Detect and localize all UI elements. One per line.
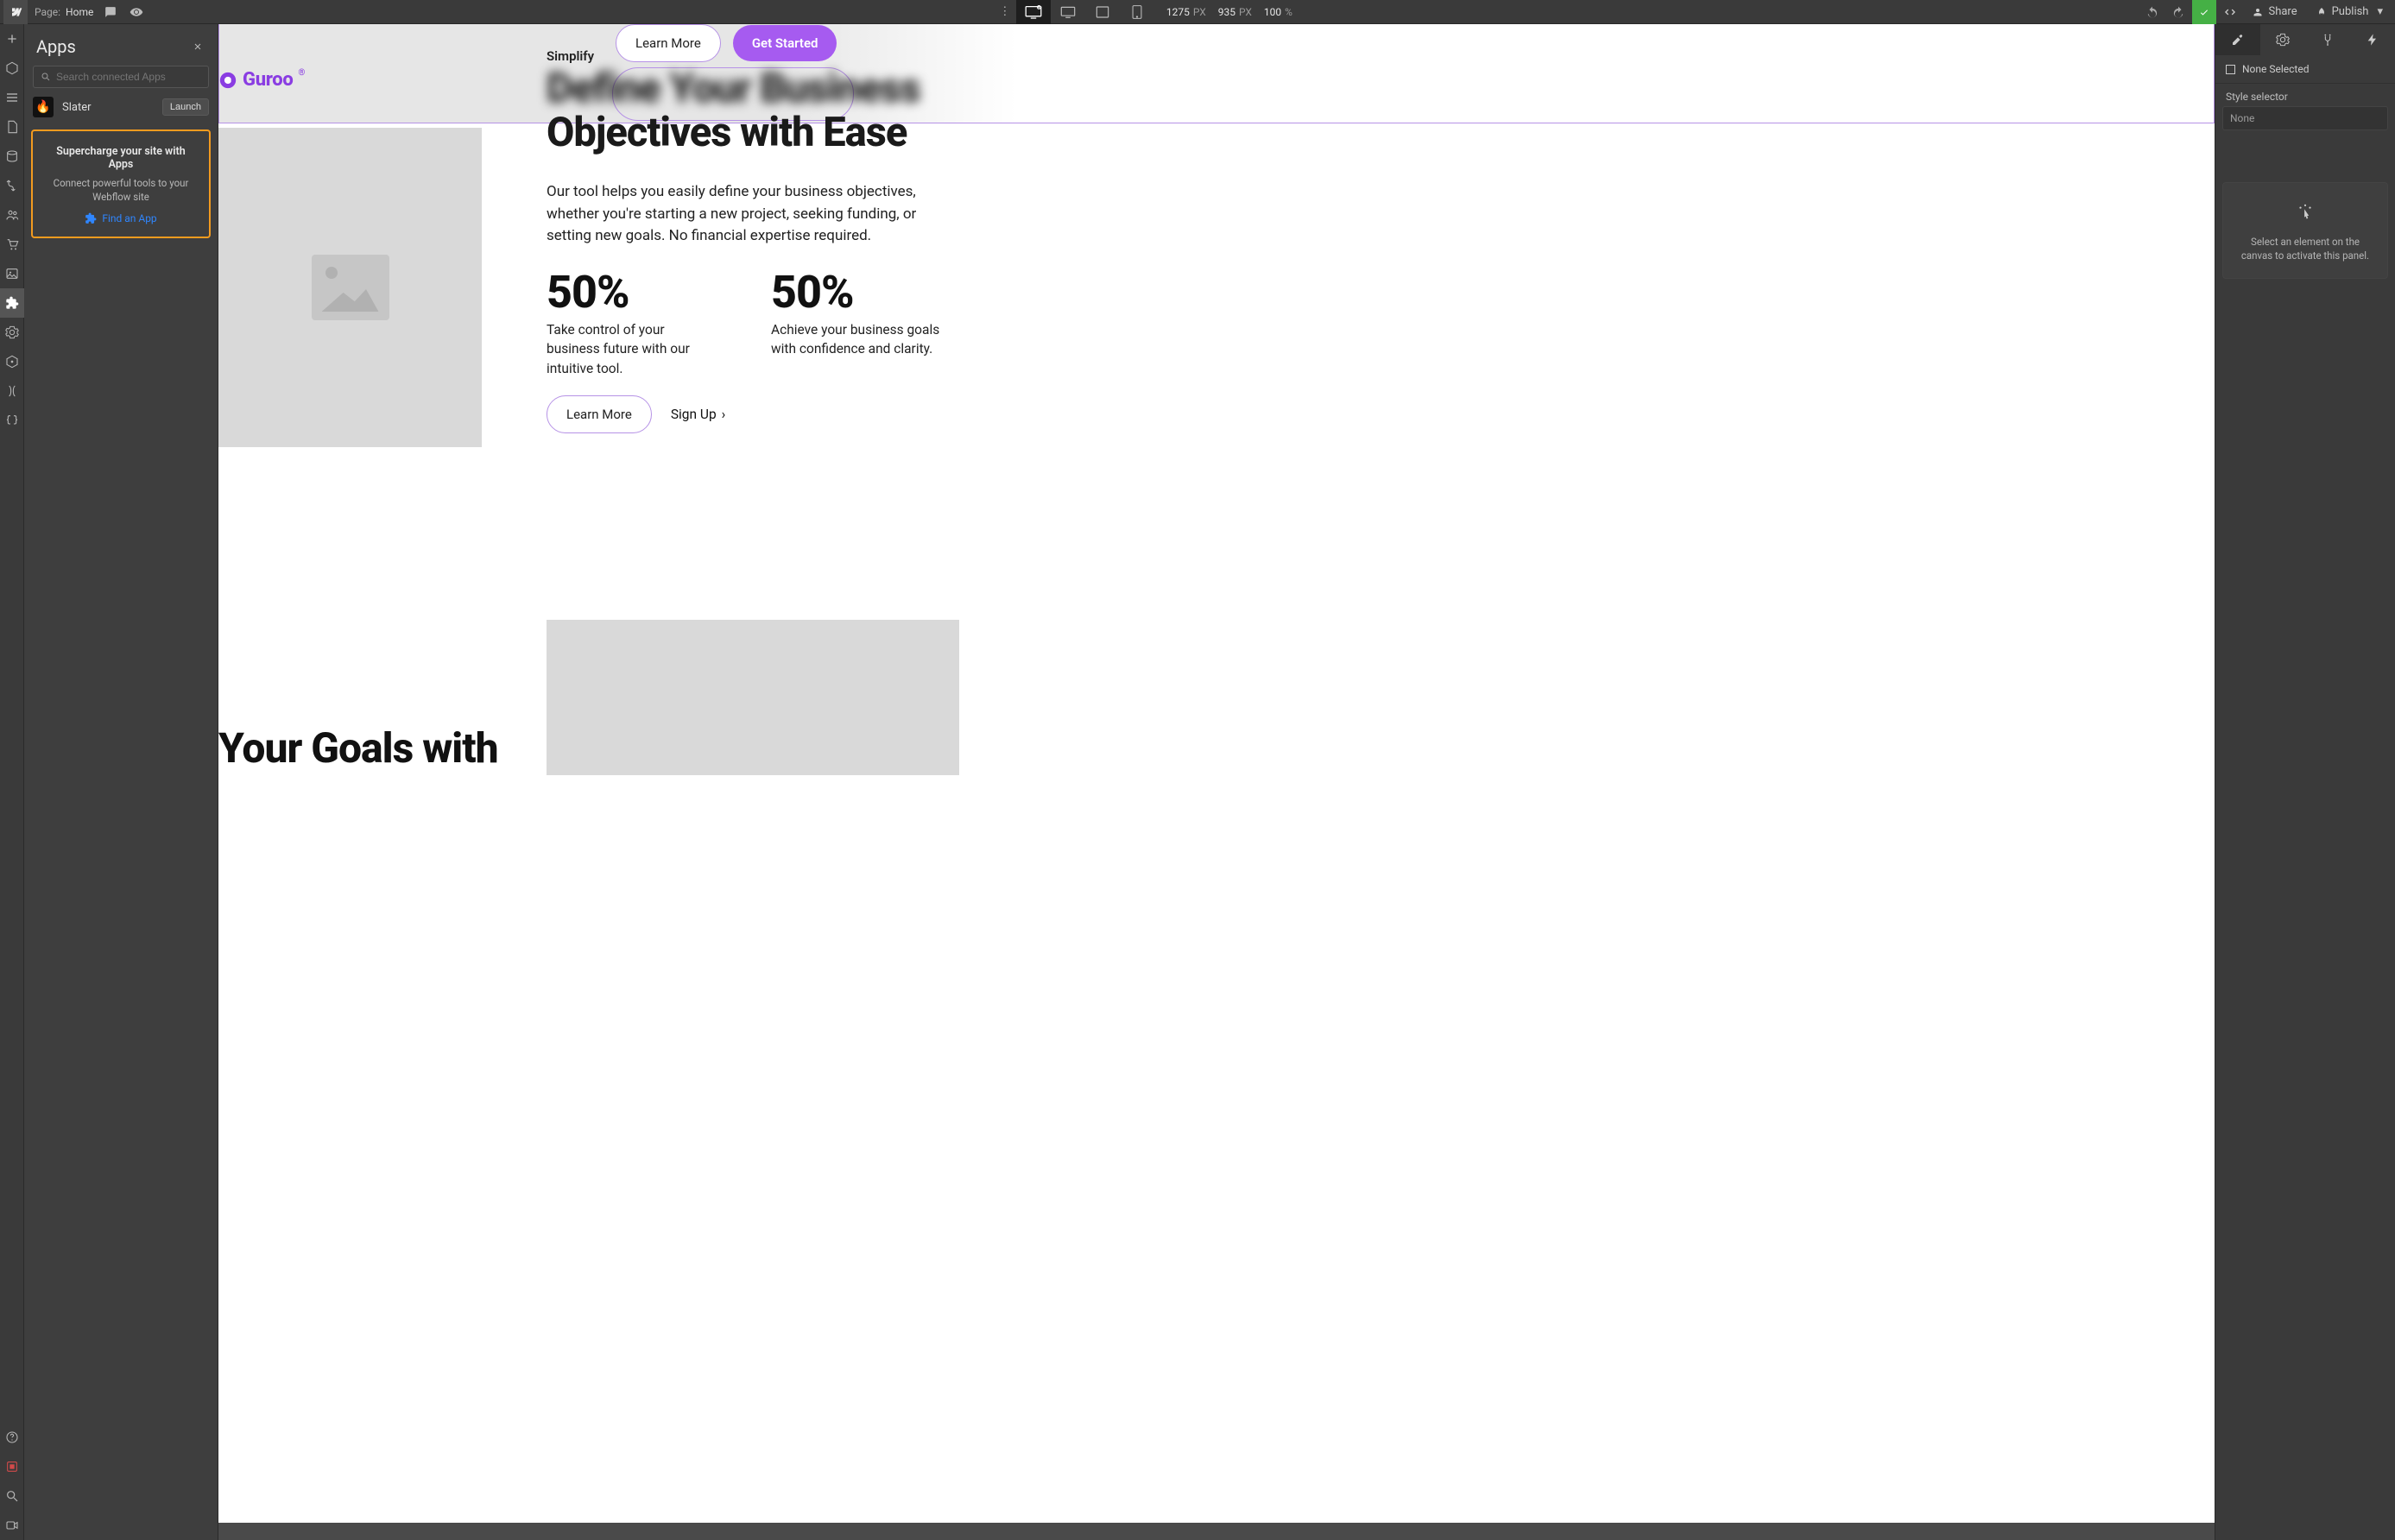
slater-app-icon: 🔥	[33, 97, 54, 117]
canvas-height: 935PX	[1218, 6, 1252, 18]
page-label: Page:	[35, 6, 60, 18]
app-name: Slater	[62, 101, 154, 114]
canvas-width[interactable]: 1275PX	[1166, 6, 1206, 18]
nav-learn-more-button[interactable]: Learn More	[616, 24, 721, 62]
video-tutorial-icon[interactable]	[0, 1511, 24, 1540]
apps-panel: Apps 🔥 Slater Launch Supercharge your si…	[24, 24, 218, 1540]
app-list-item[interactable]: 🔥 Slater Launch	[33, 97, 209, 117]
launch-button[interactable]: Launch	[162, 98, 209, 116]
users-icon[interactable]	[0, 200, 24, 230]
hero-headline: Define Your Business Objectives with Eas…	[547, 67, 920, 155]
cms-icon[interactable]	[0, 142, 24, 171]
stat-value-2: 50%	[771, 266, 944, 319]
hero-body: Our tool helps you easily define your bu…	[547, 181, 961, 248]
selector-text: None Selected	[2242, 63, 2309, 75]
pages-icon[interactable]	[0, 112, 24, 142]
help-icon[interactable]	[0, 1423, 24, 1452]
apps-panel-title: Apps	[36, 36, 76, 57]
settings-tab-icon[interactable]	[2260, 24, 2305, 55]
apps-search-input[interactable]	[56, 71, 201, 83]
comments-icon[interactable]	[98, 0, 123, 24]
navigator-icon[interactable]	[0, 83, 24, 112]
ecommerce-icon[interactable]	[0, 230, 24, 259]
chevron-right-icon: ›	[722, 407, 726, 422]
stats-row: 50% Take control of your business future…	[547, 266, 944, 378]
apps-search[interactable]	[33, 66, 209, 88]
status-ok-icon[interactable]	[2192, 0, 2216, 24]
find-app-link[interactable]: Find an App	[43, 212, 199, 224]
webflow-logo[interactable]	[3, 0, 28, 24]
audit-icon[interactable]	[0, 376, 24, 406]
section-eyebrow: Simplify	[547, 48, 594, 64]
selector-row: None Selected	[2215, 55, 2395, 84]
left-toolbar	[0, 24, 24, 1540]
breakpoint-tablet[interactable]	[1085, 0, 1120, 24]
style-selector-label: Style selector	[2215, 84, 2395, 106]
style-panel: None Selected Style selector None Select…	[2215, 24, 2395, 1540]
nav-section-outline	[218, 24, 2215, 123]
section-heading: Your Goals with	[218, 723, 498, 773]
cta-row: Learn More Sign Up ›	[547, 395, 725, 433]
breakpoint-menu-icon[interactable]: ⋮	[997, 0, 1013, 24]
stat-caption-2: Achieve your business goals with confide…	[771, 320, 944, 359]
style-tab-icon[interactable]	[2215, 24, 2260, 55]
topbar: Page: Home ⋮ 1275PX 935PX 100%	[0, 0, 2395, 24]
breakpoint-mobile-landscape[interactable]	[1120, 0, 1154, 24]
canvas-bottom-bar	[218, 1523, 2215, 1540]
preview-eye-icon[interactable]	[124, 0, 149, 24]
effects-tab-icon[interactable]	[2305, 24, 2350, 55]
cta-signup-link[interactable]: Sign Up ›	[671, 407, 726, 422]
page-canvas[interactable]: Guroo® Learn More Get Started Simplify D…	[218, 24, 2215, 1523]
breakpoint-desktop-large[interactable]	[1016, 0, 1051, 24]
logic-icon[interactable]	[0, 171, 24, 200]
breakpoint-switcher	[1016, 0, 1154, 24]
page-name[interactable]: Home	[66, 6, 93, 18]
variables-icon[interactable]	[0, 347, 24, 376]
stat-value-1: 50%	[547, 266, 719, 319]
stat-caption-1: Take control of your business future wit…	[547, 320, 719, 378]
promo-sub: Connect powerful tools to your Webflow s…	[43, 176, 199, 204]
image-placeholder	[218, 128, 482, 447]
right-panel-tabs	[2215, 24, 2395, 55]
redo-icon[interactable]	[2166, 0, 2190, 24]
canvas-zoom[interactable]: 100%	[1264, 6, 1292, 18]
apps-icon[interactable]	[0, 288, 24, 318]
interactions-tab-icon[interactable]	[2350, 24, 2395, 55]
add-elements-icon[interactable]	[0, 24, 24, 54]
assets-icon[interactable]	[0, 259, 24, 288]
apps-promo-card: Supercharge your site with Apps Connect …	[31, 129, 211, 238]
close-icon[interactable]	[190, 39, 205, 54]
cta-learn-more-button[interactable]: Learn More	[547, 395, 652, 433]
publish-button[interactable]: Publish▾	[2308, 0, 2392, 24]
tap-cursor-icon	[2296, 202, 2315, 224]
undo-icon[interactable]	[2140, 0, 2164, 24]
selector-indicator-icon	[2226, 65, 2235, 74]
style-selector-input[interactable]: None	[2222, 106, 2388, 130]
settings-icon[interactable]	[0, 318, 24, 347]
export-code-icon[interactable]	[2218, 0, 2242, 24]
share-button[interactable]: Share	[2244, 0, 2305, 24]
brackets-icon[interactable]	[0, 406, 24, 435]
image-placeholder-large	[547, 620, 959, 775]
canvas-area: Guroo® Learn More Get Started Simplify D…	[218, 24, 2215, 1540]
image-placeholder-icon	[312, 255, 389, 320]
nav-get-started-button[interactable]: Get Started	[733, 25, 837, 61]
promo-title: Supercharge your site with Apps	[43, 145, 199, 171]
breakpoint-desktop[interactable]	[1051, 0, 1085, 24]
symbols-icon[interactable]	[0, 54, 24, 83]
checklist-icon[interactable]	[0, 1452, 24, 1481]
search-icon[interactable]	[0, 1481, 24, 1511]
style-panel-empty-state: Select an element on the canvas to activ…	[2222, 182, 2388, 279]
